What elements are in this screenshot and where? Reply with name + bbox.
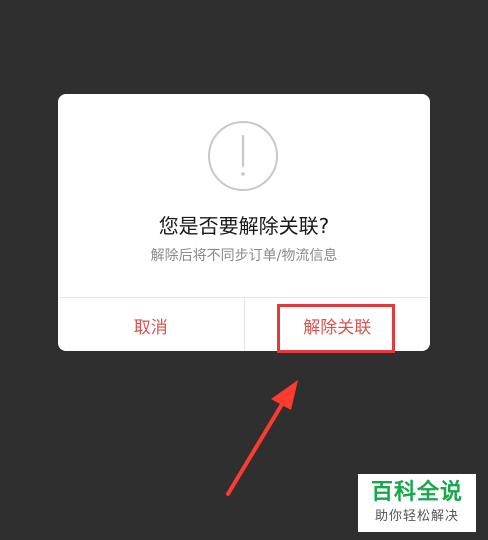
exclamation-circle-icon — [208, 121, 278, 191]
watermark-title: 百科全说 — [370, 480, 463, 505]
dialog-title: 您是否要解除关联? — [158, 214, 330, 238]
dialog-subtitle: 解除后将不同步订单/物流信息 — [150, 248, 338, 264]
dialog-actions: 取消 解除关联 — [58, 297, 430, 351]
unlink-confirm-dialog: 您是否要解除关联? 解除后将不同步订单/物流信息 取消 解除关联 — [58, 94, 430, 351]
watermark-logo: 百科全说 助你轻松解决 — [358, 474, 476, 532]
watermark-subtitle: 助你轻松解决 — [374, 509, 459, 524]
unlink-button[interactable]: 解除关联 — [245, 298, 431, 351]
screen: 您是否要解除关联? 解除后将不同步订单/物流信息 取消 解除关联 百科全说 助你… — [0, 0, 488, 540]
cancel-button[interactable]: 取消 — [58, 298, 245, 351]
